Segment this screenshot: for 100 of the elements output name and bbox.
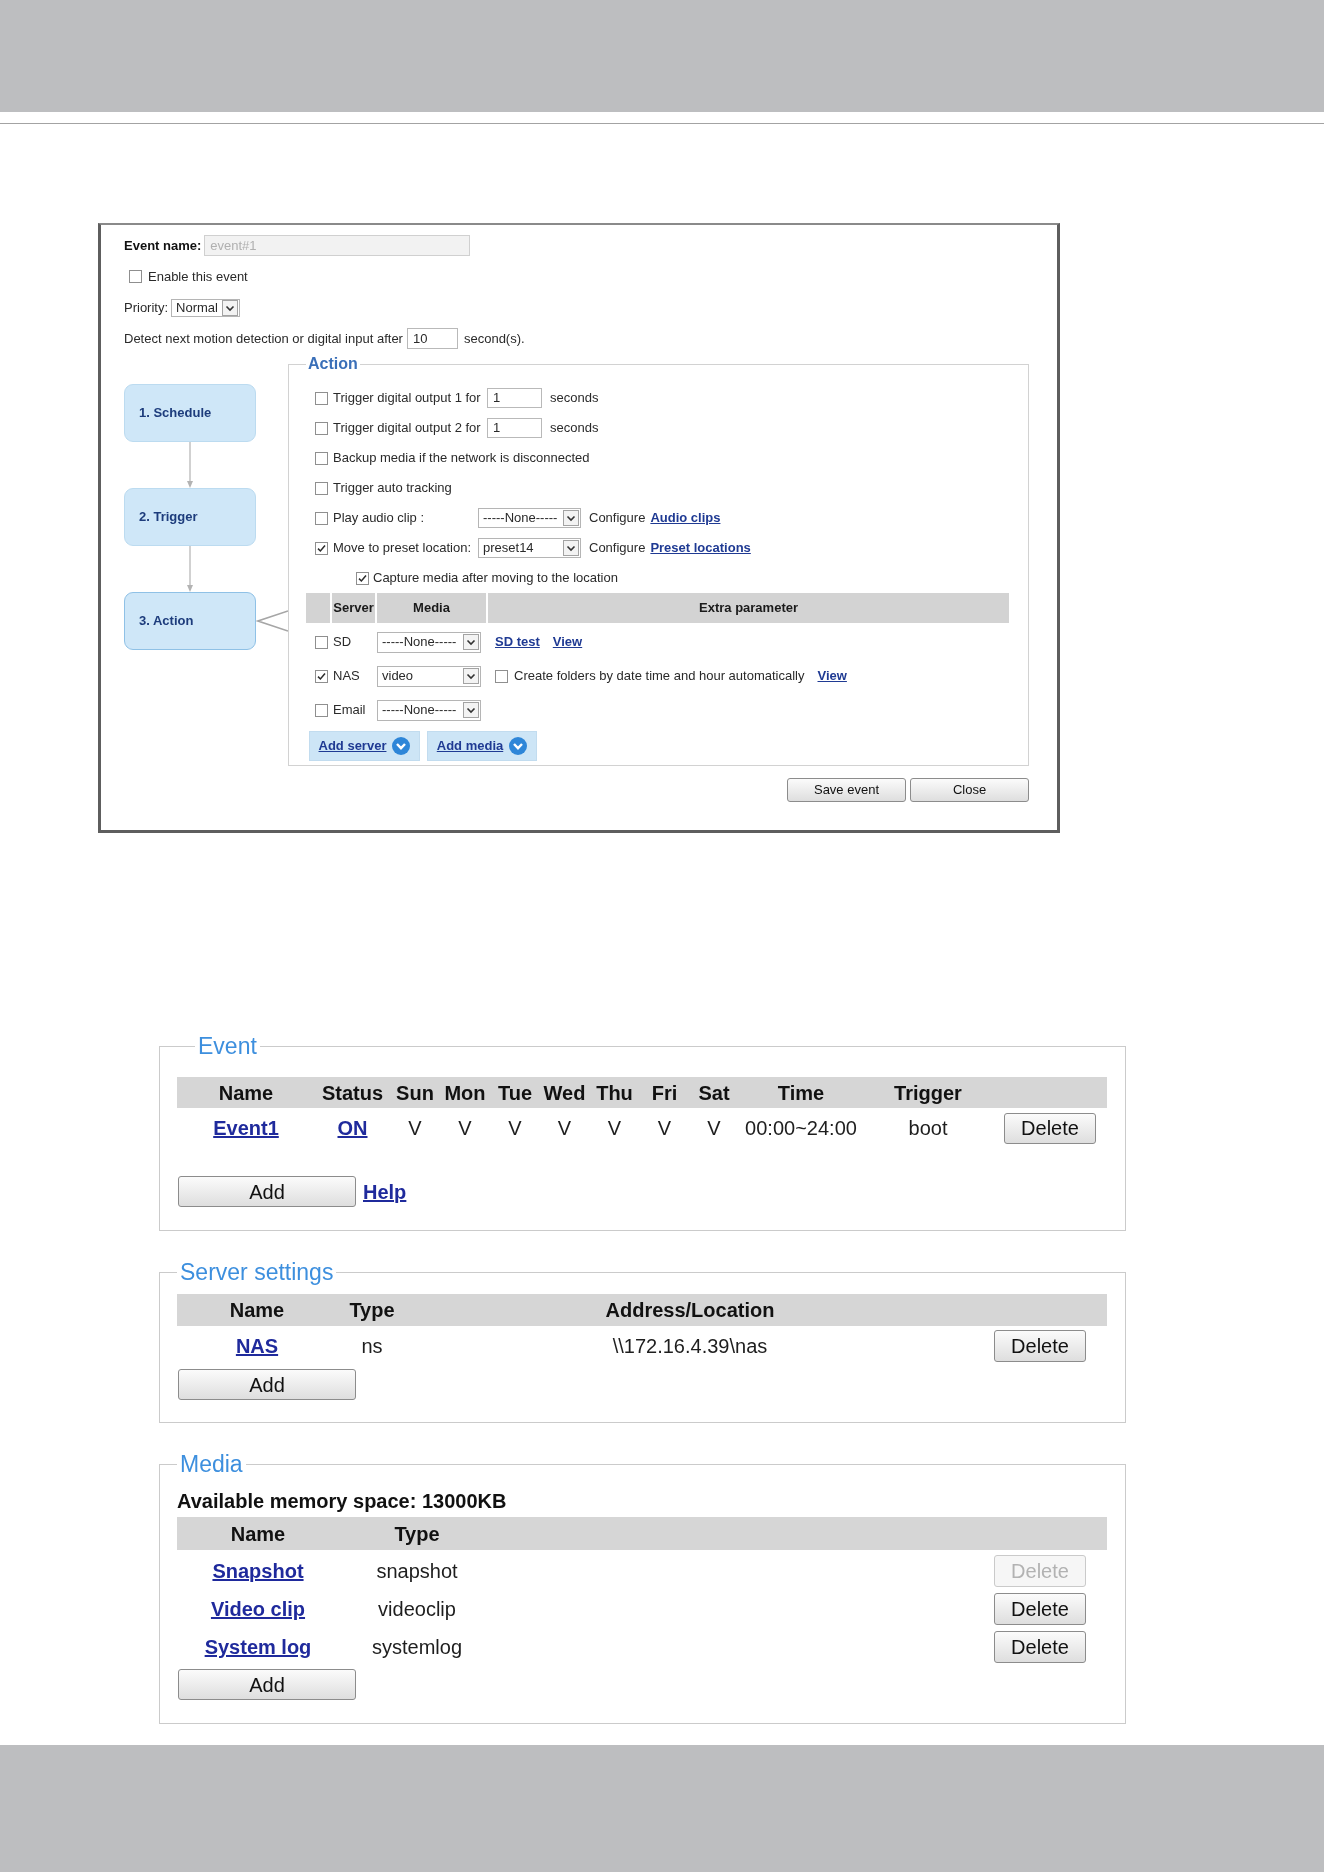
text-link[interactable]: Preset locations <box>650 540 751 556</box>
checkbox[interactable] <box>315 481 328 495</box>
table-cell: V <box>458 1116 472 1140</box>
checkbox[interactable] <box>315 511 328 525</box>
checkbox[interactable] <box>495 669 508 683</box>
callout-pointer <box>256 610 288 632</box>
table-cell: systemlog <box>372 1635 462 1659</box>
down-circle-icon <box>509 737 528 755</box>
dropdown[interactable]: Normal <box>171 298 241 317</box>
column-header: Server <box>330 593 375 623</box>
option-label: Trigger digital output 2 for <box>333 420 482 436</box>
delete-button[interactable]: Delete <box>994 1593 1086 1625</box>
column-header: Time <box>776 1080 826 1105</box>
column-header: Mon <box>443 1080 487 1105</box>
down-circle-icon <box>392 737 411 755</box>
configure-label: Configure <box>589 510 646 526</box>
text-link[interactable]: Video clip <box>210 1597 306 1621</box>
option-label: Trigger digital output 1 for <box>333 390 482 406</box>
column-header: Sun <box>395 1080 435 1105</box>
panel-title: Action <box>307 355 359 373</box>
text-link[interactable]: Event1 <box>213 1116 279 1140</box>
checkbox[interactable] <box>356 571 369 585</box>
number-field[interactable]: 1 <box>487 418 542 438</box>
text-link[interactable]: SD test <box>495 634 540 650</box>
chevron-down-icon <box>563 540 579 556</box>
option-label: Play audio clip : <box>333 510 426 526</box>
help-link[interactable]: Help <box>363 1179 407 1204</box>
option-label: Move to preset location: <box>333 540 473 556</box>
close-button[interactable]: Close <box>910 778 1029 802</box>
section-title: Event <box>197 1033 258 1059</box>
chevron-down-icon <box>463 702 479 718</box>
table-cell: \\172.16.4.39\nas <box>612 1334 768 1358</box>
add-button[interactable]: Add <box>178 1176 356 1207</box>
dropdown[interactable]: video <box>377 665 481 687</box>
checkbox[interactable] <box>315 541 328 555</box>
column-header: Thu <box>595 1080 634 1105</box>
option-label: Capture media after moving to the location <box>373 570 618 586</box>
column-header: Type <box>393 1521 441 1546</box>
wizard-step[interactable]: 1. Schedule <box>124 384 256 442</box>
dropdown[interactable]: preset14 <box>478 538 581 558</box>
number-field[interactable]: 1 <box>487 388 542 408</box>
dropdown[interactable]: -----None----- <box>377 631 481 653</box>
checkbox[interactable] <box>315 451 328 465</box>
text-link[interactable]: View <box>552 634 583 650</box>
unit-label: second(s). <box>463 330 525 347</box>
table-cell: V <box>557 1116 572 1140</box>
chevron-down-icon <box>463 668 479 684</box>
column-header: Extra parameter <box>486 593 1009 623</box>
checkbox[interactable] <box>315 635 328 649</box>
server-label: SD <box>333 634 353 650</box>
save-button[interactable]: Save event <box>787 778 906 802</box>
delete-button[interactable]: Delete <box>994 1631 1086 1663</box>
checkbox[interactable] <box>315 669 328 683</box>
table-cell: videoclip <box>378 1597 456 1621</box>
option-label: Trigger auto tracking <box>333 480 452 496</box>
delete-button[interactable]: Delete <box>1004 1112 1096 1144</box>
column-header: Media <box>375 593 486 623</box>
memory-info: Available memory space: 13000KB <box>177 1489 508 1513</box>
wizard-step[interactable]: 2. Trigger <box>124 488 256 546</box>
column-header: Tue <box>496 1080 534 1105</box>
add-button[interactable]: Add <box>178 1669 356 1700</box>
chevron-down-icon <box>563 510 579 526</box>
field-label: Detect next motion detection or digital input after <box>124 330 403 347</box>
chevron-down-icon <box>222 299 239 316</box>
table-cell: V <box>707 1116 721 1140</box>
column-header: Status <box>320 1080 385 1105</box>
text-link[interactable]: View <box>817 668 847 684</box>
dropdown[interactable]: -----None----- <box>478 508 581 528</box>
text-link[interactable]: Audio clips <box>650 510 721 526</box>
text-link[interactable]: System log <box>204 1635 312 1659</box>
delete-button[interactable]: Delete <box>994 1330 1086 1362</box>
dropdown[interactable]: -----None----- <box>377 699 481 721</box>
number-field[interactable]: 10 <box>406 328 458 349</box>
table-cell: 00:00~24:00 <box>745 1116 857 1140</box>
checkbox[interactable] <box>315 391 328 405</box>
section-title: Server settings <box>179 1259 335 1285</box>
table-cell: boot <box>908 1116 948 1140</box>
checkbox[interactable] <box>315 421 328 435</box>
table-cell: V <box>607 1116 622 1140</box>
checkbox[interactable] <box>129 270 142 283</box>
unit-label: seconds <box>550 420 599 436</box>
table-cell: ns <box>361 1334 383 1358</box>
column-header: Address/Location <box>604 1298 776 1322</box>
add-button[interactable]: Add server <box>309 731 420 761</box>
connector-arrow <box>185 442 195 488</box>
section-title: Media <box>179 1451 244 1477</box>
add-button[interactable]: Add media <box>427 731 537 761</box>
checkbox[interactable] <box>315 703 328 717</box>
column-header: Name <box>217 1080 275 1105</box>
text-link[interactable]: ON <box>337 1116 368 1140</box>
field-label: Priority: <box>124 299 169 316</box>
server-label: NAS <box>333 668 361 684</box>
chevron-down-icon <box>463 634 479 650</box>
column-header: Name <box>229 1521 287 1546</box>
option-label: Create folders by date time and hour automatically <box>514 668 805 684</box>
add-button[interactable]: Add <box>178 1369 356 1400</box>
text-link[interactable]: Snapshot <box>212 1559 304 1583</box>
column-header: Wed <box>542 1080 587 1105</box>
text-link[interactable]: NAS <box>235 1334 279 1358</box>
table-cell: V <box>508 1116 522 1140</box>
